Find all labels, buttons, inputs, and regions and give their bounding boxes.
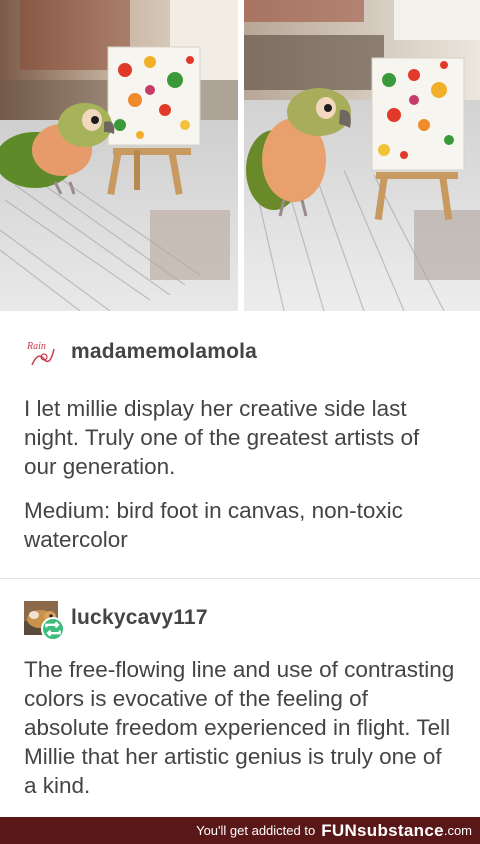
avatar[interactable] [24, 601, 65, 641]
username[interactable]: madamemolamola [71, 340, 257, 364]
photo-collage [0, 0, 480, 313]
post-reblog: luckycavy117 The free-flowing line and u… [24, 598, 456, 800]
watermark-footer: You'll get addicted to FUNsubstance .com [0, 817, 480, 844]
svg-text:Rain: Rain [26, 341, 46, 352]
post-original: Rain madamemolamola I let millie display… [24, 332, 456, 554]
post-header: luckycavy117 [24, 598, 456, 641]
footer-tagline: You'll get addicted to [196, 823, 316, 838]
post-header: Rain madamemolamola [24, 332, 456, 372]
post-text: I let millie display her creative side l… [24, 396, 420, 479]
avatar[interactable]: Rain [24, 335, 58, 369]
username[interactable]: luckycavy117 [71, 606, 208, 630]
reblog-icon [41, 617, 65, 641]
post-text: The free-flowing line and use of contras… [24, 657, 455, 798]
parrot-painting-photo-left [0, 0, 238, 311]
footer-domain: .com [443, 823, 472, 838]
post-text-medium: Medium: bird foot in canvas, non-toxic w… [24, 498, 403, 552]
footer-brand: FUNsubstance [321, 820, 444, 840]
divider [0, 578, 480, 579]
parrot-painting-photo-right [244, 0, 480, 311]
